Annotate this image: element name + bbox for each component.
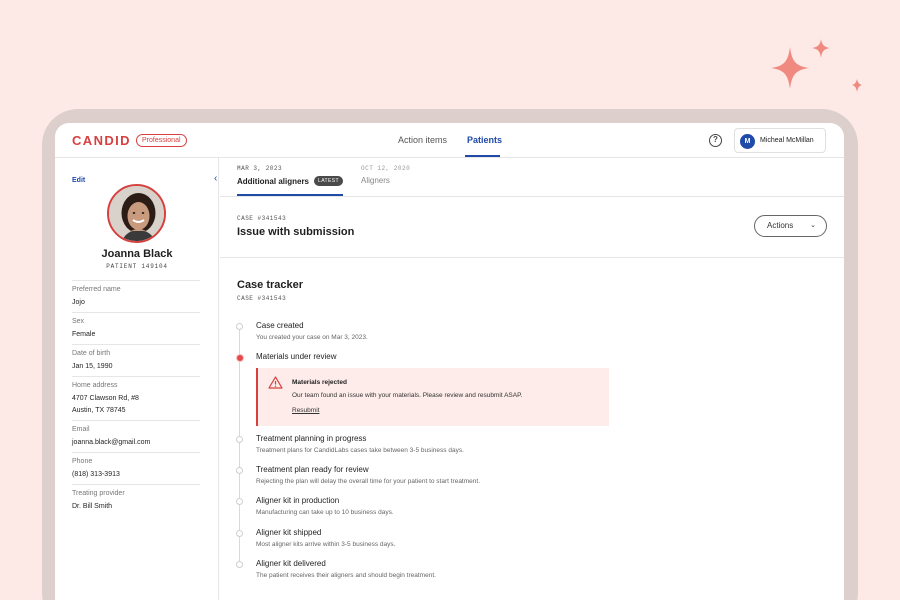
- sparkle-large-icon: [771, 47, 809, 89]
- field-treating-provider: Treating provider Dr. Bill Smith: [72, 484, 200, 513]
- chevron-down-icon: ⌄: [810, 222, 816, 229]
- case-number: CASE #341543: [237, 215, 287, 222]
- field-sex: Sex Female: [72, 312, 200, 341]
- tracker-case-number: CASE #341543: [237, 295, 287, 302]
- warning-icon: [268, 376, 283, 389]
- field-label: Preferred name: [72, 286, 121, 293]
- chevron-left-icon[interactable]: ‹: [214, 173, 217, 184]
- alert-body: Our team found an issue with your materi…: [292, 392, 523, 399]
- timeline-dot: [236, 530, 243, 537]
- case-main: MAR 3, 2023 Additional aligners LATEST O…: [220, 158, 844, 600]
- field-label: Date of birth: [72, 350, 111, 357]
- field-email: Email joanna.black@gmail.com: [72, 420, 200, 449]
- field-value: joanna.black@gmail.com: [72, 439, 151, 446]
- step-title: Treatment plan ready for review: [256, 465, 369, 474]
- alert-title: Materials rejected: [292, 379, 347, 386]
- divider: [220, 257, 844, 258]
- nav-active-indicator: [465, 155, 500, 157]
- actions-button[interactable]: Actions ⌄: [754, 215, 827, 237]
- field-date-of-birth: Date of birth Jan 15, 1990: [72, 344, 200, 373]
- field-phone: Phone (818) 313-3913: [72, 452, 200, 481]
- resubmit-link[interactable]: Resubmit: [292, 407, 319, 414]
- step-desc: You created your case on Mar 3, 2023.: [256, 334, 368, 341]
- timeline-dot: [236, 436, 243, 443]
- step-title: Case created: [256, 321, 304, 330]
- timeline-dot: [236, 561, 243, 568]
- materials-rejected-alert: Materials rejected Our team found an iss…: [256, 368, 609, 426]
- field-value-line2: Austin, TX 78745: [72, 407, 126, 414]
- case-status-title: Issue with submission: [237, 226, 355, 238]
- field-value: Jan 15, 1990: [72, 363, 113, 370]
- field-value: 4707 Clawson Rd, #8: [72, 395, 139, 402]
- step-title: Materials under review: [256, 352, 337, 361]
- field-label: Sex: [72, 318, 85, 325]
- field-label: Home address: [72, 382, 118, 389]
- user-name: Micheal McMillan: [760, 137, 814, 144]
- user-avatar: M: [740, 134, 755, 149]
- actions-label: Actions: [767, 221, 794, 230]
- case-tab-label: Additional aligners: [237, 176, 310, 186]
- step-desc: Manufacturing can take up to 10 business…: [256, 509, 394, 516]
- step-desc: Treatment plans for CandidLabs cases tak…: [256, 447, 464, 454]
- step-desc: The patient receives their aligners and …: [256, 572, 436, 579]
- patient-id: PATIENT 149104: [106, 263, 168, 270]
- field-value: (818) 313-3913: [72, 471, 120, 478]
- user-menu[interactable]: M Micheal McMillan: [734, 128, 826, 153]
- timeline-dot: [236, 467, 243, 474]
- case-tab-title: Additional aligners LATEST: [237, 176, 343, 186]
- case-tracker-title: Case tracker: [237, 279, 304, 291]
- step-title: Treatment planning in progress: [256, 434, 367, 443]
- field-label: Phone: [72, 458, 93, 465]
- step-desc: Most aligner kits arrive within 3-5 busi…: [256, 541, 396, 548]
- tab-case-additional-aligners[interactable]: MAR 3, 2023 Additional aligners LATEST: [237, 165, 343, 186]
- field-label: Email: [72, 426, 90, 433]
- nav-patients[interactable]: Patients: [467, 135, 502, 145]
- timeline-dot-active: [235, 353, 244, 362]
- nav-action-items[interactable]: Action items: [398, 135, 447, 145]
- field-preferred-name: Preferred name Jojo: [72, 280, 200, 309]
- case-date: OCT 12, 2020: [361, 165, 411, 172]
- sparkles-decoration: [771, 39, 862, 92]
- field-label: Treating provider: [72, 490, 125, 497]
- field-value: Jojo: [72, 299, 85, 306]
- timeline-dot: [236, 498, 243, 505]
- professional-badge: Professional: [136, 134, 187, 147]
- candid-logo[interactable]: CANDID: [72, 133, 131, 148]
- app-screen: CANDID Professional Action items Patient…: [55, 123, 844, 600]
- top-nav: CANDID Professional Action items Patient…: [55, 123, 844, 158]
- case-date: MAR 3, 2023: [237, 165, 283, 172]
- edit-link[interactable]: Edit: [72, 177, 85, 184]
- divider: [220, 196, 844, 197]
- patient-photo: [107, 184, 166, 243]
- field-home-address: Home address 4707 Clawson Rd, #8 Austin,…: [72, 376, 200, 417]
- sparkle-medium-icon: [812, 39, 830, 58]
- tab-case-aligners[interactable]: OCT 12, 2020 Aligners: [361, 165, 410, 185]
- case-tab-label: Aligners: [361, 176, 390, 185]
- latest-badge: LATEST: [314, 176, 343, 186]
- question-circle-icon[interactable]: ?: [709, 134, 722, 147]
- field-value: Dr. Bill Smith: [72, 503, 113, 510]
- patient-name: Joanna Black: [101, 248, 173, 260]
- sparkle-small-icon: [852, 79, 862, 92]
- timeline-dot: [236, 323, 243, 330]
- step-title: Aligner kit delivered: [256, 559, 326, 568]
- field-value: Female: [72, 331, 96, 338]
- step-desc: Rejecting the plan will delay the overal…: [256, 478, 480, 485]
- step-title: Aligner kit in production: [256, 496, 340, 505]
- patient-sidebar: Edit ‹ Joanna Black PATIENT 149104 Prefe…: [55, 158, 219, 600]
- step-title: Aligner kit shipped: [256, 528, 322, 537]
